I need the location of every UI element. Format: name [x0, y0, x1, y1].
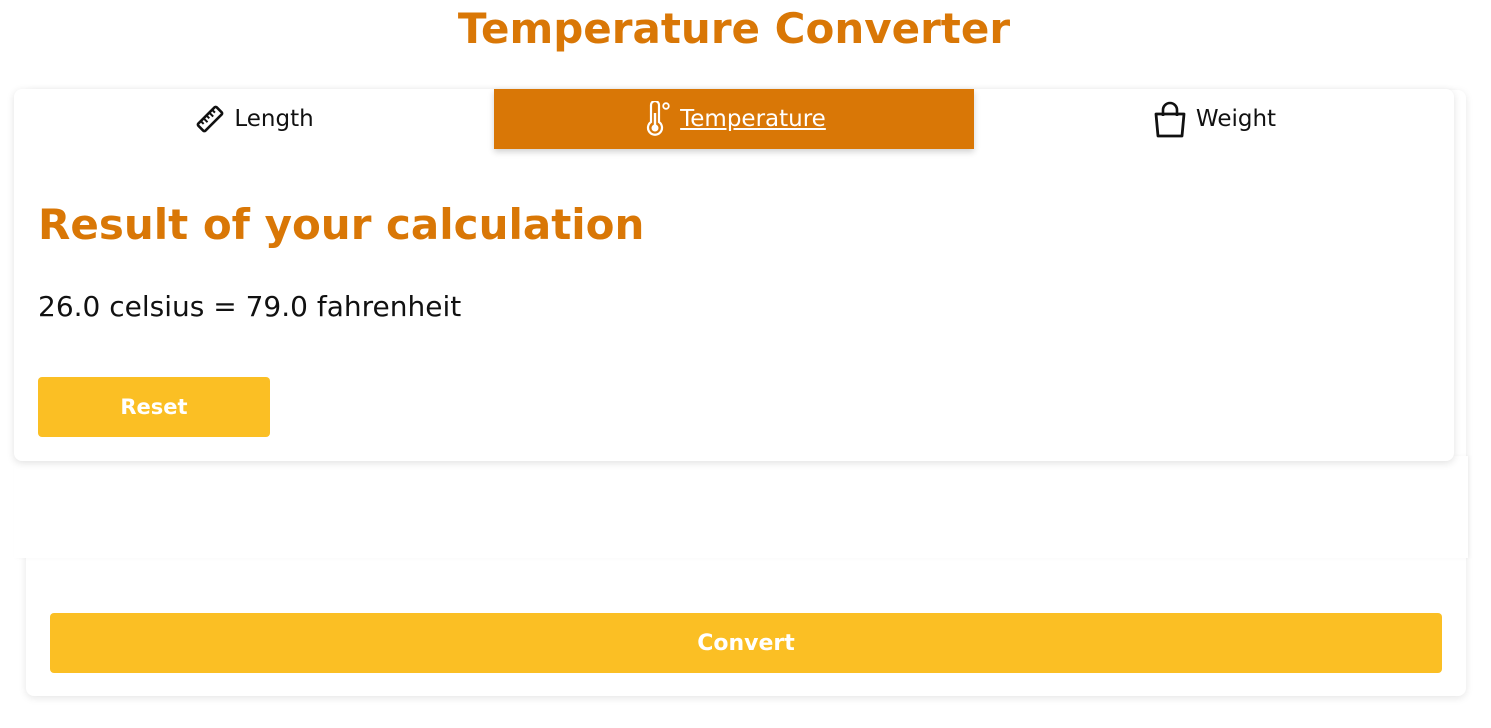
tab-length[interactable]: Length: [14, 89, 494, 149]
thermometer-icon: [642, 101, 672, 137]
reset-button[interactable]: Reset: [38, 377, 270, 437]
unit-tabs: Length Temperature Weight: [14, 89, 1454, 149]
result-heading: Result of your calculation: [38, 200, 645, 249]
tab-weight[interactable]: Weight: [974, 89, 1454, 149]
tab-length-label: Length: [234, 106, 314, 132]
page-title: Temperature Converter: [457, 4, 1011, 53]
tab-temperature-label: Temperature: [680, 106, 826, 132]
tab-weight-label: Weight: [1195, 106, 1277, 132]
ruler-icon: [194, 103, 226, 135]
result-text: 26.0 celsius = 79.0 fahrenheit: [38, 290, 462, 323]
tab-temperature[interactable]: Temperature: [494, 89, 974, 149]
shopping-bag-icon: [1152, 100, 1188, 138]
convert-button[interactable]: Convert: [50, 613, 1442, 673]
card-divider: [14, 456, 1468, 558]
